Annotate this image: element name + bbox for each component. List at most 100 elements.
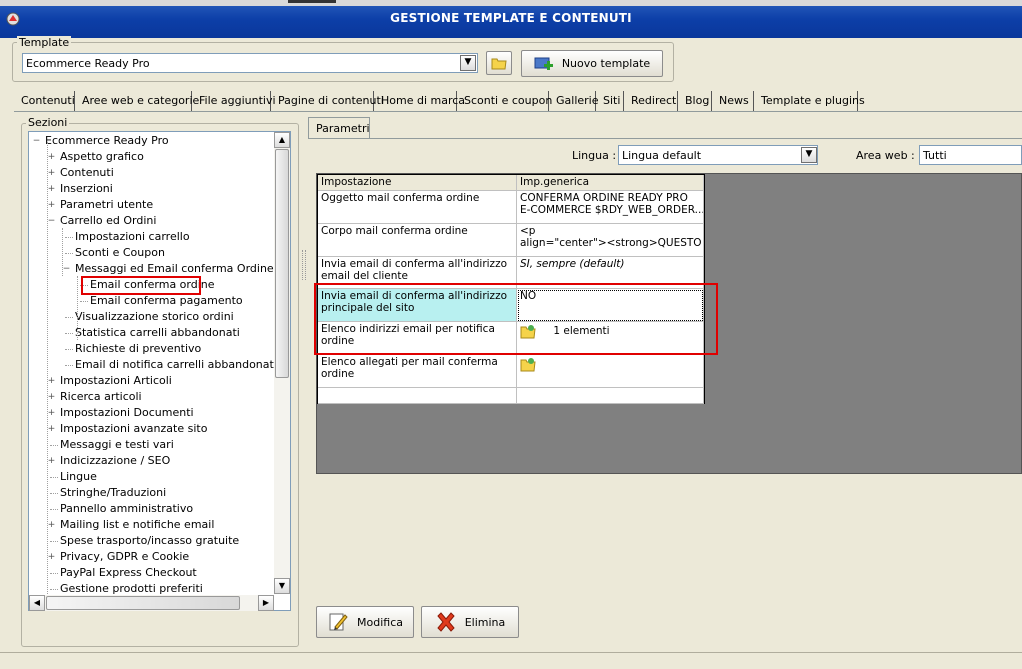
elimina-label: Elimina — [464, 615, 506, 629]
tree-connector — [65, 365, 73, 366]
tree-item[interactable]: Spese trasporto/incasso gratuite — [60, 533, 239, 549]
tabs-baseline — [14, 111, 1022, 112]
tree-scroll-right[interactable]: ▶ — [258, 595, 274, 611]
tab-gallerie[interactable]: Gallerie — [552, 91, 599, 111]
tree-item[interactable]: Mailing list e notifiche email — [60, 517, 214, 533]
tree-item[interactable]: Lingue — [60, 469, 97, 485]
tree-item[interactable]: Aspetto grafico — [60, 149, 144, 165]
template-combo-arrow[interactable]: ▼ — [460, 55, 476, 71]
expand-icon[interactable]: + — [47, 521, 56, 530]
tree-scroll-down[interactable]: ▼ — [274, 578, 290, 594]
grid-header-setting[interactable]: Impostazione — [318, 175, 517, 191]
expand-icon[interactable]: + — [47, 457, 56, 466]
tree-item[interactable]: Impostazioni Documenti — [60, 405, 194, 421]
tree-item[interactable]: Parametri utente — [60, 197, 153, 213]
grid-header-value[interactable]: Imp.generica — [517, 175, 704, 191]
tree-connector — [50, 573, 58, 574]
template-combo[interactable]: Ecommerce Ready Pro — [22, 53, 478, 73]
row-corpo-value[interactable]: <p align="center"><strong>QUESTO E' — [517, 224, 704, 257]
row-empty-value — [517, 388, 704, 404]
template-combo-value: Ecommerce Ready Pro — [26, 57, 150, 70]
expand-icon[interactable]: + — [47, 185, 56, 194]
modifica-label: Modifica — [357, 615, 403, 629]
lingua-label: Lingua : — [572, 149, 617, 162]
tab-pagine-di-contenuti[interactable]: Pagine di contenuti — [274, 91, 384, 111]
expand-icon[interactable]: + — [47, 201, 56, 210]
lingua-combo[interactable]: Lingua default — [618, 145, 818, 165]
tree-item[interactable]: Email conferma pagamento — [90, 293, 243, 309]
tree-item[interactable]: Ricerca articoli — [60, 389, 142, 405]
row-corpo-name[interactable]: Corpo mail conferma ordine — [318, 224, 517, 257]
tab-redirect[interactable]: Redirect — [627, 91, 678, 111]
tree-item[interactable]: Stringhe/Traduzioni — [60, 485, 166, 501]
new-template-icon — [534, 57, 553, 70]
expand-icon[interactable]: + — [47, 153, 56, 162]
tree-item[interactable]: Richieste di preventivo — [75, 341, 201, 357]
collapse-icon[interactable]: − — [47, 217, 56, 226]
row-elenco-allegati-value[interactable] — [517, 355, 704, 388]
tab-sconti-e-coupon[interactable]: Sconti e coupon — [460, 91, 552, 111]
modifica-button[interactable]: Modifica — [316, 606, 414, 638]
expand-icon[interactable]: + — [47, 169, 56, 178]
open-folder-button[interactable] — [486, 51, 512, 75]
tree-item[interactable]: Ecommerce Ready Pro — [45, 133, 169, 149]
tree-item[interactable]: Messaggi ed Email conferma Ordine — [75, 261, 274, 277]
tab-file-aggiuntivi[interactable]: File aggiuntivi — [195, 91, 276, 111]
tree-item[interactable]: Inserzioni — [60, 181, 113, 197]
expand-icon[interactable]: + — [47, 393, 56, 402]
tree-item[interactable]: Indicizzazione / SEO — [60, 453, 170, 469]
row-elenco-allegati-name[interactable]: Elenco allegati per mail conferma ordine — [318, 355, 517, 388]
tree-connector — [50, 477, 58, 478]
tree-item[interactable]: Pannello amministrativo — [60, 501, 193, 517]
tree-item[interactable]: Sconti e Coupon — [75, 245, 165, 261]
tab-contenuti[interactable]: Contenuti — [17, 91, 75, 111]
tree-connector — [65, 237, 73, 238]
elimina-button[interactable]: Elimina — [421, 606, 519, 638]
tree-item[interactable]: Messaggi e testi vari — [60, 437, 174, 453]
expand-icon[interactable]: + — [47, 409, 56, 418]
status-bar — [0, 652, 1022, 669]
tree-item[interactable]: Carrello ed Ordini — [60, 213, 156, 229]
splitter-grip[interactable] — [302, 250, 306, 280]
collapse-icon[interactable]: − — [32, 137, 41, 146]
sections-tree: − Ecommerce Ready Pro + Aspetto grafico + Con… — [28, 131, 291, 611]
expand-icon[interactable]: + — [47, 377, 56, 386]
tab-aree-web-e-categorie[interactable]: Aree web e categorie — [78, 91, 199, 111]
row-oggetto-value[interactable]: CONFERMA ORDINE READY PRO E-COMMERCE $RD… — [517, 191, 704, 224]
tree-item[interactable]: Impostazioni avanzate sito — [60, 421, 207, 437]
tree-connector — [65, 349, 73, 350]
params-tab-baseline — [308, 138, 1022, 139]
tab-home-di-marca[interactable]: Home di marca — [377, 91, 465, 111]
lingua-combo-arrow[interactable]: ▼ — [801, 147, 817, 163]
tab-blog[interactable]: Blog — [681, 91, 712, 111]
tree-scroll-left[interactable]: ◀ — [29, 595, 45, 611]
tree-vscroll-thumb[interactable] — [275, 149, 289, 378]
tree-item[interactable]: Impostazioni carrello — [75, 229, 190, 245]
tab-news[interactable]: News — [715, 91, 754, 111]
tree-guide — [47, 142, 48, 604]
tree-connector — [50, 445, 58, 446]
row-oggetto-name[interactable]: Oggetto mail conferma ordine — [318, 191, 517, 224]
expand-icon[interactable]: + — [47, 553, 56, 562]
new-template-label: Nuovo template — [561, 57, 651, 70]
tree-item[interactable]: Email di notifica carrelli abbandonati — [75, 357, 277, 373]
tree-item[interactable]: Impostazioni Articoli — [60, 373, 172, 389]
tree-highlight-box — [81, 276, 201, 295]
tree-item[interactable]: Statistica carrelli abbandonati — [75, 325, 240, 341]
lingua-combo-value: Lingua default — [622, 149, 702, 162]
area-web-combo-value: Tutti — [923, 149, 947, 162]
tree-item[interactable]: Privacy, GDPR e Cookie — [60, 549, 189, 565]
tab-template-e-plugins[interactable]: Template e plugins — [757, 91, 865, 111]
new-template-button[interactable]: Nuovo template — [521, 50, 663, 77]
grid-highlight-box — [314, 283, 718, 355]
tree-hscroll-thumb[interactable] — [46, 596, 240, 610]
tree-item[interactable]: PayPal Express Checkout — [60, 565, 197, 581]
tab-siti[interactable]: Siti — [599, 91, 624, 111]
collapse-icon[interactable]: − — [62, 265, 71, 274]
tab-parametri[interactable]: Parametri — [308, 117, 370, 139]
tree-item[interactable]: Visualizzazione storico ordini — [75, 309, 234, 325]
tree-scroll-up[interactable]: ▲ — [274, 132, 290, 148]
tree-item[interactable]: Contenuti — [60, 165, 114, 181]
expand-icon[interactable]: + — [47, 425, 56, 434]
area-web-combo[interactable]: Tutti — [919, 145, 1022, 165]
